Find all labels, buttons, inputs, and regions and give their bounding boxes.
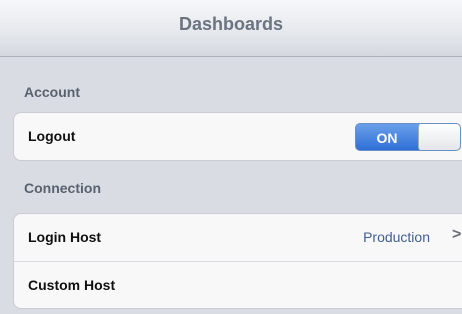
custom-host-label: Custom Host: [28, 277, 116, 293]
toggle-state-label: ON: [376, 130, 398, 146]
logout-row: Logout ON: [14, 113, 462, 160]
section-header-connection: Connection: [24, 180, 101, 196]
account-group: Logout ON: [13, 112, 462, 161]
custom-host-row[interactable]: Custom Host: [14, 261, 462, 308]
logout-label: Logout: [28, 128, 76, 144]
page-title: Dashboards: [178, 14, 284, 34]
connection-group: Login Host Production > Custom Host: [13, 213, 462, 309]
logout-toggle[interactable]: ON: [355, 123, 461, 151]
section-header-account: Account: [24, 84, 80, 100]
chevron-right-icon: >: [452, 226, 462, 243]
navigation-bar: Dashboards: [0, 0, 462, 57]
toggle-knob: [418, 124, 460, 150]
login-host-label: Login Host: [28, 229, 102, 245]
login-host-value: Production: [363, 229, 430, 245]
login-host-row[interactable]: Login Host Production >: [14, 214, 462, 261]
